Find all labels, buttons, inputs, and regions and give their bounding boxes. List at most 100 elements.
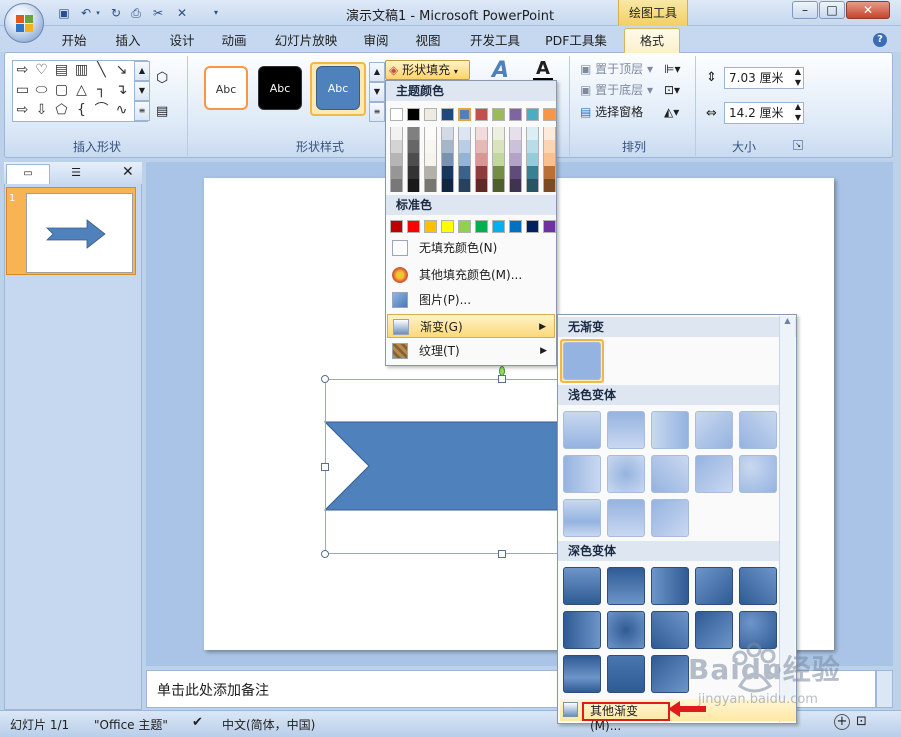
gallery-scroll-up-icon[interactable]: ▲ (134, 61, 150, 81)
close-doc-icon[interactable]: ✕ (174, 5, 190, 21)
theme-shade-swatch[interactable] (407, 127, 420, 140)
vertical-textbox-shape-icon[interactable]: ▥ (73, 62, 90, 79)
theme-shade-swatch[interactable] (526, 140, 539, 153)
theme-color-swatch[interactable] (441, 108, 454, 121)
arc-shape-icon[interactable]: ⌒ (93, 102, 110, 119)
gallery-expand-icon[interactable]: ≡ (134, 101, 150, 121)
save-icon[interactable]: ▣ (56, 5, 72, 21)
standard-color-swatch[interactable] (509, 220, 522, 233)
theme-color-swatch[interactable] (390, 108, 403, 121)
theme-color-swatch[interactable] (543, 108, 556, 121)
heart-shape-icon[interactable]: ♡ (33, 62, 50, 79)
theme-shade-swatch[interactable] (492, 179, 505, 192)
theme-shade-swatch[interactable] (475, 140, 488, 153)
theme-color-swatch[interactable] (526, 108, 539, 121)
theme-shade-swatch[interactable] (509, 166, 522, 179)
no-fill-item[interactable]: 无填充颜色(N) (387, 236, 555, 260)
rotate-icon[interactable]: ◭▾ (664, 103, 679, 121)
maximize-button[interactable]: □ (819, 1, 845, 19)
close-button[interactable]: ✕ (846, 1, 890, 19)
standard-color-swatch[interactable] (424, 220, 437, 233)
more-fill-colors-item[interactable]: 其他填充颜色(M)... (387, 263, 555, 287)
shape-height-input[interactable]: 7.03 厘米 ▲ ▼ (724, 67, 804, 89)
block-arrow-right-shape-icon[interactable]: ⇨ (14, 102, 31, 119)
theme-shade-swatch[interactable] (458, 153, 471, 166)
undo-icon[interactable]: ↶ (78, 5, 94, 21)
theme-shade-swatch[interactable] (543, 127, 556, 140)
minimize-button[interactable]: – (792, 1, 818, 19)
theme-shade-swatch[interactable] (424, 140, 437, 153)
edit-shape-icon[interactable]: ⬡ (156, 70, 168, 86)
tab-design[interactable]: 设计 (160, 31, 204, 51)
theme-color-swatch[interactable] (509, 108, 522, 121)
theme-shade-swatch[interactable] (526, 166, 539, 179)
light-gradient-swatch[interactable] (739, 411, 777, 449)
size-dialog-launcher-icon[interactable]: ↘ (793, 140, 803, 150)
theme-shade-swatch[interactable] (390, 127, 403, 140)
help-icon[interactable]: ? (873, 33, 887, 47)
standard-color-swatch[interactable] (407, 220, 420, 233)
selection-pane-button[interactable]: ▤ 选择窗格 (580, 103, 643, 121)
theme-shade-swatch[interactable] (441, 153, 454, 166)
block-arrow-down-shape-icon[interactable]: ⇩ (33, 102, 50, 119)
light-gradient-swatch[interactable] (563, 499, 601, 537)
undo-dropdown-icon[interactable]: ▾ (94, 5, 102, 21)
texture-item[interactable]: 纹理(T) ▶ (387, 339, 555, 363)
resize-handle-top[interactable] (498, 375, 506, 383)
width-spinner-icon[interactable]: ▲ ▼ (795, 101, 801, 123)
standard-color-swatch[interactable] (543, 220, 556, 233)
light-gradient-swatch[interactable] (563, 455, 601, 493)
light-gradient-swatch[interactable] (607, 411, 645, 449)
more-gradients-label[interactable]: 其他渐变(M)... (582, 702, 670, 733)
text-fill-icon[interactable]: A (536, 58, 550, 79)
styles-scroll-down-icon[interactable]: ▼ (369, 82, 385, 102)
light-gradient-swatch[interactable] (695, 455, 733, 493)
theme-shade-swatch[interactable] (475, 166, 488, 179)
tab-home[interactable]: 开始 (52, 31, 96, 51)
theme-color-swatch[interactable] (475, 108, 488, 121)
no-gradient-swatch[interactable] (563, 342, 601, 380)
theme-shade-swatch[interactable] (458, 140, 471, 153)
resize-handle-left[interactable] (321, 463, 329, 471)
theme-shade-swatch[interactable] (407, 179, 420, 192)
theme-shade-swatch[interactable] (407, 153, 420, 166)
dark-gradient-swatch[interactable] (607, 655, 645, 693)
theme-shade-swatch[interactable] (441, 140, 454, 153)
standard-color-swatch[interactable] (441, 220, 454, 233)
theme-shade-swatch[interactable] (543, 179, 556, 192)
tab-pdf-tools[interactable]: PDF工具集 (538, 31, 614, 51)
tab-slideshow[interactable]: 幻灯片放映 (266, 31, 346, 51)
standard-color-swatch[interactable] (458, 220, 471, 233)
theme-shade-swatch[interactable] (424, 179, 437, 192)
standard-color-swatch[interactable] (475, 220, 488, 233)
theme-shade-swatch[interactable] (441, 179, 454, 192)
picture-fill-item[interactable]: 图片(P)... (387, 288, 555, 312)
styles-scroll-up-icon[interactable]: ▲ (369, 62, 385, 82)
standard-color-swatch[interactable] (492, 220, 505, 233)
outline-tab-icon[interactable]: ☰ (54, 166, 98, 184)
theme-shade-swatch[interactable] (492, 127, 505, 140)
shape-width-input[interactable]: 14.2 厘米 ▲ ▼ (724, 102, 804, 124)
dark-gradient-swatch[interactable] (563, 611, 601, 649)
light-gradient-swatch[interactable] (739, 455, 777, 493)
spellcheck-icon[interactable]: ✔ (192, 715, 203, 730)
triangle-shape-icon[interactable]: △ (73, 82, 90, 99)
customize-qat-icon[interactable]: ▾ (208, 5, 224, 21)
theme-shade-swatch[interactable] (390, 140, 403, 153)
theme-color-swatch[interactable] (407, 108, 420, 121)
print-preview-icon[interactable]: ⎙ (128, 5, 144, 21)
theme-shade-swatch[interactable] (390, 166, 403, 179)
theme-shade-swatch[interactable] (543, 153, 556, 166)
dark-gradient-swatch[interactable] (607, 611, 645, 649)
light-gradient-swatch[interactable] (607, 455, 645, 493)
standard-color-swatch[interactable] (526, 220, 539, 233)
light-gradient-swatch[interactable] (563, 411, 601, 449)
gallery-scroll-down-icon[interactable]: ▼ (134, 81, 150, 101)
dark-gradient-swatch[interactable] (607, 567, 645, 605)
tab-insert[interactable]: 插入 (106, 31, 150, 51)
theme-color-swatch[interactable] (492, 108, 505, 121)
elbow-arrow-shape-icon[interactable]: ↴ (113, 82, 130, 99)
tab-view[interactable]: 视图 (406, 31, 450, 51)
format-painter-icon[interactable]: ✂ (150, 5, 166, 21)
rectangle-shape-icon[interactable]: ▭ (14, 82, 31, 99)
